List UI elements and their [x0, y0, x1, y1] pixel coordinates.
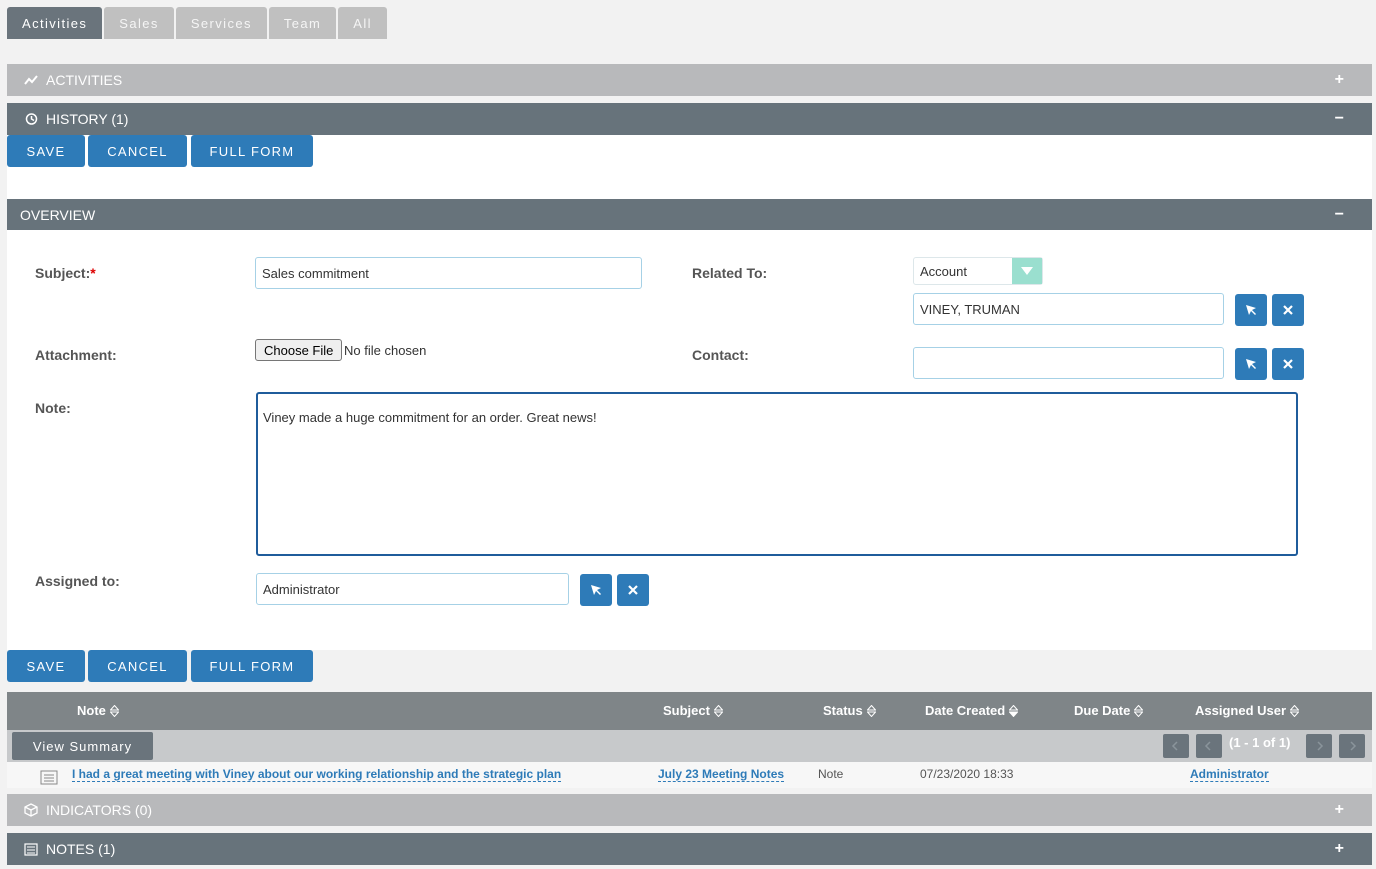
- activities-panel-header[interactable]: ACTIVITIES +: [7, 64, 1372, 96]
- column-assigned-user[interactable]: Assigned User: [1195, 703, 1300, 718]
- last-page-icon: [1350, 741, 1357, 751]
- note-textarea[interactable]: Viney made a huge commitment for an orde…: [256, 392, 1298, 556]
- indicators-title: INDICATORS (0): [46, 802, 153, 818]
- column-due-date[interactable]: Due Date: [1074, 703, 1144, 718]
- assigned-to-label: Assigned to:: [35, 573, 120, 589]
- note-link[interactable]: I had a great meeting with Viney about o…: [72, 767, 562, 782]
- subject-input[interactable]: Sales commitment: [255, 257, 642, 289]
- sort-icon: [1134, 704, 1144, 717]
- cursor-arrow-icon: [591, 585, 601, 595]
- attachment-label: Attachment:: [35, 347, 117, 363]
- chevron-right-icon: [1317, 741, 1324, 751]
- select-contact-button[interactable]: [1235, 348, 1267, 380]
- assigned-user-link[interactable]: Administrator: [1190, 767, 1269, 782]
- cube-icon: [23, 802, 39, 818]
- expand-icon[interactable]: +: [1335, 801, 1344, 819]
- collapse-icon[interactable]: −: [1335, 206, 1344, 224]
- contact-input[interactable]: [913, 347, 1224, 379]
- sort-icon: [866, 704, 876, 717]
- tab-all[interactable]: All: [338, 7, 387, 39]
- cursor-arrow-icon: [1246, 359, 1256, 369]
- subject-label: Subject:*: [35, 265, 96, 281]
- full-form-button[interactable]: FULL FORM: [191, 650, 313, 682]
- indicators-panel-header[interactable]: INDICATORS (0) +: [7, 794, 1372, 826]
- close-icon: [1283, 359, 1293, 369]
- history-icon: [23, 111, 39, 127]
- notes-panel-header[interactable]: NOTES (1) +: [7, 833, 1372, 865]
- column-date-created[interactable]: Date Created: [925, 703, 1019, 718]
- no-file-text: No file chosen: [344, 343, 427, 358]
- first-page-button[interactable]: [1163, 734, 1189, 758]
- column-subject[interactable]: Subject: [663, 703, 723, 718]
- history-panel-header[interactable]: HISTORY (1) −: [7, 103, 1372, 135]
- related-to-input[interactable]: VINEY, TRUMAN: [913, 293, 1224, 325]
- save-button[interactable]: SAVE: [7, 650, 85, 682]
- related-to-label: Related To:: [692, 265, 768, 281]
- expand-icon[interactable]: +: [1335, 840, 1344, 858]
- note-text: Viney made a huge commitment for an orde…: [263, 410, 597, 425]
- sort-desc-icon: [1009, 704, 1019, 717]
- contact-label: Contact:: [692, 347, 749, 363]
- overview-panel-header[interactable]: OVERVIEW −: [7, 199, 1372, 230]
- chevron-left-icon: [1204, 741, 1211, 751]
- sort-icon: [109, 704, 119, 717]
- column-note[interactable]: Note: [77, 703, 119, 718]
- note-icon: [40, 770, 58, 788]
- status-cell: Note: [818, 767, 844, 781]
- close-icon: [628, 585, 638, 595]
- date-created-cell: 07/23/2020 18:33: [920, 767, 1014, 781]
- full-form-button[interactable]: FULL FORM: [191, 135, 313, 167]
- activities-title: ACTIVITIES: [46, 72, 123, 88]
- sort-icon: [1290, 704, 1300, 717]
- cancel-button[interactable]: CANCEL: [88, 650, 187, 682]
- tab-team[interactable]: Team: [268, 7, 337, 39]
- cancel-button[interactable]: CANCEL: [88, 135, 187, 167]
- tab-services[interactable]: Services: [175, 7, 267, 39]
- history-title: HISTORY (1): [46, 111, 129, 127]
- view-summary-button[interactable]: View Summary: [12, 732, 153, 760]
- clear-user-button[interactable]: [617, 574, 649, 606]
- first-page-icon: [1171, 741, 1178, 751]
- notes-icon: [23, 841, 39, 857]
- save-button[interactable]: SAVE: [7, 135, 85, 167]
- collapse-icon[interactable]: −: [1335, 110, 1344, 128]
- notes-title: NOTES (1): [46, 841, 116, 857]
- choose-file-button[interactable]: Choose File: [255, 339, 343, 361]
- assigned-to-input[interactable]: Administrator: [256, 573, 569, 605]
- select-related-button[interactable]: [1235, 294, 1267, 326]
- next-page-button[interactable]: [1306, 734, 1332, 758]
- close-icon: [1283, 305, 1293, 315]
- expand-icon[interactable]: +: [1335, 71, 1344, 89]
- pagination-count: (1 - 1 of 1): [1229, 735, 1291, 750]
- overview-title: OVERVIEW: [20, 206, 96, 223]
- prev-page-button[interactable]: [1196, 734, 1222, 758]
- column-status[interactable]: Status: [823, 703, 876, 718]
- note-label: Note:: [35, 400, 71, 416]
- related-type-select[interactable]: Account: [913, 257, 1043, 285]
- clear-contact-button[interactable]: [1272, 348, 1304, 380]
- last-page-button[interactable]: [1339, 734, 1365, 758]
- clear-related-button[interactable]: [1272, 294, 1304, 326]
- tab-sales[interactable]: Sales: [104, 7, 174, 39]
- subject-link[interactable]: July 23 Meeting Notes: [658, 767, 785, 782]
- related-type-value: Account: [920, 263, 967, 279]
- chevron-down-icon: [1012, 258, 1042, 284]
- module-tabs: Activities Sales Services Team All: [7, 7, 387, 39]
- tab-activities[interactable]: Activities: [7, 7, 103, 39]
- cursor-arrow-icon: [1246, 305, 1256, 315]
- sort-icon: [713, 704, 723, 717]
- activity-chart-icon: [23, 72, 39, 88]
- select-user-button[interactable]: [580, 574, 612, 606]
